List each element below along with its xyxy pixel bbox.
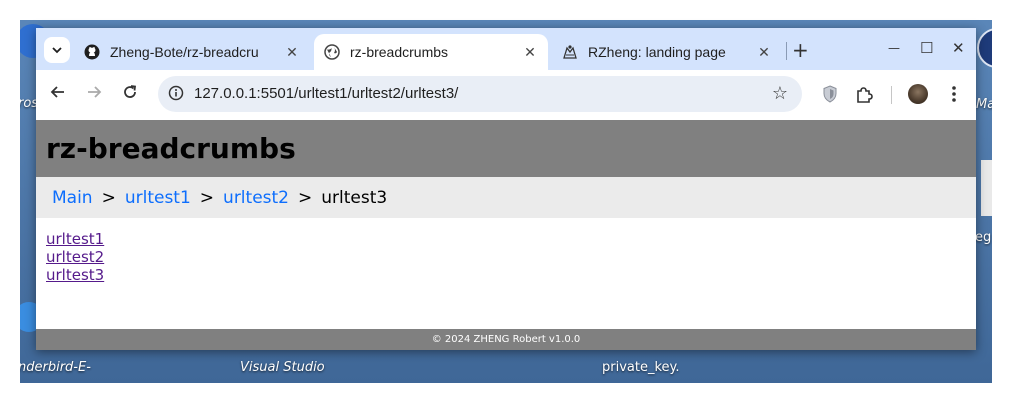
tab-search-button[interactable] (44, 37, 70, 63)
breadcrumb-link-main[interactable]: Main (52, 188, 93, 208)
tab-divider (786, 42, 787, 60)
breadcrumb-link-urltest2[interactable]: urltest2 (223, 188, 289, 208)
new-tab-button[interactable]: + (792, 38, 809, 62)
back-button[interactable] (50, 84, 66, 105)
browser-window: Zheng-Bote/rz-breadcru ✕ rz-breadcrumbs … (36, 28, 976, 350)
browser-toolbar: 127.0.0.1:5501/urltest1/urltest2/urltest… (36, 70, 976, 120)
address-bar[interactable]: 127.0.0.1:5501/urltest1/urltest2/urltest… (158, 76, 802, 112)
desktop-label[interactable]: Ma (976, 97, 992, 112)
back-arrow-icon (50, 86, 64, 98)
breadcrumb-separator: > (199, 187, 215, 208)
more-menu-icon[interactable] (944, 84, 964, 104)
desktop-app-icon[interactable] (977, 28, 992, 68)
close-tab-icon[interactable]: ✕ (522, 44, 538, 61)
page-title: rz-breadcrumbs (46, 132, 296, 165)
maximize-button[interactable]: ☐ (920, 39, 933, 57)
minimize-button[interactable]: — (888, 41, 900, 55)
close-tab-icon[interactable]: ✕ (756, 44, 772, 61)
desktop-label[interactable]: eg (975, 230, 991, 245)
tab-github[interactable]: Zheng-Bote/rz-breadcru ✕ (74, 34, 310, 70)
link-urltest1[interactable]: urltest1 (46, 230, 104, 248)
tab-strip: Zheng-Bote/rz-breadcru ✕ rz-breadcrumbs … (36, 28, 976, 70)
desktop-label[interactable]: nderbird-E- (20, 360, 91, 375)
breadcrumb-separator: > (101, 187, 116, 208)
url-text[interactable]: 127.0.0.1:5501/urltest1/urltest2/urltest… (194, 85, 458, 102)
puzzle-extensions-icon[interactable] (854, 84, 874, 104)
link-urltest2[interactable]: urltest2 (46, 248, 104, 266)
page-viewport: rz-breadcrumbs Main > urltest1 > urltest… (36, 120, 976, 350)
site-logo-icon (562, 44, 578, 60)
tab-title: RZheng: landing page (588, 44, 726, 60)
link-urltest3[interactable]: urltest3 (46, 266, 104, 284)
desktop-app-icon[interactable] (981, 160, 992, 216)
shield-extension-icon[interactable] (820, 84, 840, 104)
breadcrumb-separator: > (298, 187, 313, 208)
profile-avatar[interactable] (908, 84, 928, 104)
bookmark-star-icon[interactable]: ☆ (772, 83, 788, 104)
site-info-icon[interactable] (168, 85, 184, 101)
breadcrumb-current: urltest3 (321, 187, 388, 208)
chevron-down-icon (52, 47, 62, 54)
tab-title: rz-breadcrumbs (350, 44, 449, 60)
globe-icon (324, 44, 340, 60)
breadcrumb-link-urltest1[interactable]: urltest1 (125, 188, 191, 208)
close-window-button[interactable]: ✕ (952, 39, 965, 57)
forward-arrow-icon (88, 86, 102, 98)
reload-icon (124, 85, 137, 98)
breadcrumb: Main > urltest1 > urltest2 > urltest3 (36, 177, 976, 218)
forward-button[interactable] (86, 84, 102, 105)
close-tab-icon[interactable]: ✕ (284, 44, 300, 61)
reload-button[interactable] (122, 84, 138, 105)
site-header: rz-breadcrumbs (36, 120, 976, 177)
site-footer: © 2024 ZHENG Robert v1.0.0 (36, 329, 976, 350)
tab-active[interactable]: rz-breadcrumbs ✕ (314, 34, 548, 70)
toolbar-divider (891, 86, 892, 104)
tab-landing-page[interactable]: RZheng: landing page ✕ (552, 34, 782, 70)
tab-title: Zheng-Bote/rz-breadcru (110, 44, 259, 60)
link-list: urltest1 urltest2 urltest3 (46, 230, 104, 284)
desktop-label[interactable]: private_key. (602, 360, 680, 375)
github-icon (84, 44, 100, 60)
desktop-label[interactable]: Visual Studio (240, 360, 325, 375)
